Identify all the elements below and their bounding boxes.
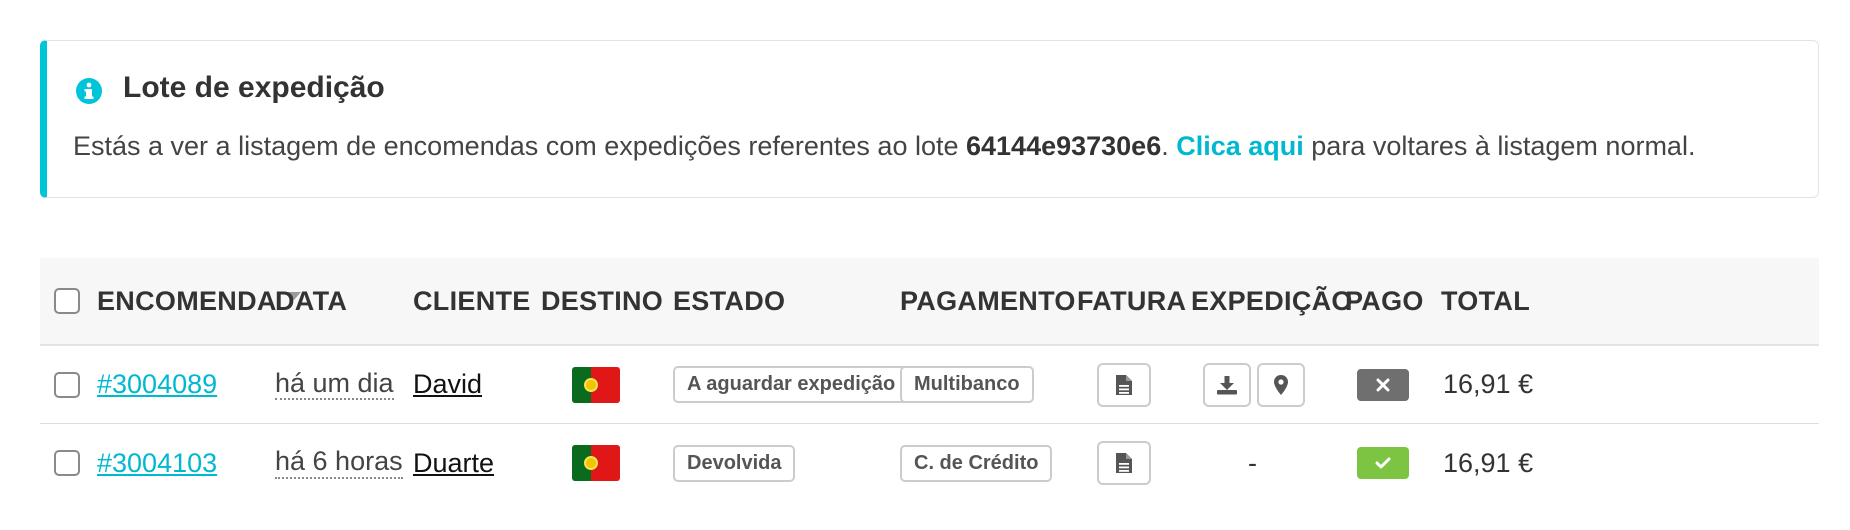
header-destination[interactable]: DESTINO xyxy=(541,258,663,344)
notice-title: Lote de expedição xyxy=(123,71,385,104)
header-total[interactable]: TOTAL xyxy=(1441,258,1530,344)
destination-cell xyxy=(572,424,620,502)
close-icon xyxy=(1376,378,1390,391)
header-date[interactable]: DATA xyxy=(275,258,347,344)
order-link[interactable]: #3004089 xyxy=(97,369,217,400)
client-link[interactable]: David xyxy=(413,369,482,400)
date-cell: há 6 horas xyxy=(275,424,403,502)
order-date: há um dia xyxy=(275,368,394,401)
shipping-cell: - xyxy=(1248,447,1257,478)
table-row[interactable]: #3004103 há 6 horas Duarte Devolvida C. … xyxy=(40,424,1819,502)
select-all-checkbox[interactable] xyxy=(54,288,80,314)
header-invoice[interactable]: FATURA xyxy=(1077,258,1186,344)
tracking-button[interactable] xyxy=(1257,362,1305,407)
header-shipping[interactable]: EXPEDIÇÃO xyxy=(1191,258,1353,344)
info-icon xyxy=(76,78,102,104)
payment-method-badge: C. de Crédito xyxy=(900,444,1053,482)
row-checkbox[interactable] xyxy=(54,450,80,476)
status-badge: A aguardar expedição xyxy=(673,366,910,403)
table-row[interactable]: #3004089 há um dia David A aguardar expe… xyxy=(40,346,1819,424)
row-select-cell xyxy=(54,346,80,423)
notice-text-after: para voltares à listagem normal. xyxy=(1303,131,1696,161)
invoice-cell xyxy=(1097,346,1151,423)
header-order-label: ENCOMENDA xyxy=(97,285,277,316)
download-icon xyxy=(1217,375,1237,394)
header-payment[interactable]: PAGAMENTO xyxy=(900,258,1076,344)
client-cell: Duarte xyxy=(413,424,494,502)
header-status[interactable]: ESTADO xyxy=(673,258,785,344)
total-cell: 16,91 € xyxy=(1443,369,1534,399)
paid-badge xyxy=(1357,447,1409,479)
select-all-cell xyxy=(54,258,80,344)
map-pin-icon xyxy=(1274,374,1288,395)
document-icon xyxy=(1116,374,1132,395)
invoice-button[interactable] xyxy=(1097,441,1151,485)
order-number-cell: #3004103 xyxy=(97,424,217,502)
status-badge: Devolvida xyxy=(673,444,796,482)
invoice-button[interactable] xyxy=(1097,362,1151,407)
download-label-button[interactable] xyxy=(1203,362,1251,407)
notice-text-mid: . xyxy=(1161,131,1177,161)
back-to-list-link[interactable]: Clica aqui xyxy=(1176,131,1304,161)
batch-id: 64144e93730e6 xyxy=(966,131,1162,161)
total-cell: 16,91 € xyxy=(1443,447,1534,478)
row-checkbox[interactable] xyxy=(54,371,80,398)
invoice-cell xyxy=(1097,424,1151,502)
notice-text-before: Estás a ver a listagem de encomendas com… xyxy=(73,131,966,161)
row-select-cell xyxy=(54,424,80,502)
notice-text: Estás a ver a listagem de encomendas com… xyxy=(73,131,1695,162)
status-cell: Devolvida xyxy=(673,424,796,502)
portugal-flag-icon xyxy=(572,366,620,403)
order-link[interactable]: #3004103 xyxy=(97,448,217,479)
paid-cell xyxy=(1357,346,1409,423)
portugal-flag-icon xyxy=(572,445,620,481)
header-order[interactable]: ENCOMENDA xyxy=(97,258,301,344)
header-client[interactable]: CLIENTE xyxy=(413,258,531,344)
checkmark-icon xyxy=(1375,457,1391,469)
unpaid-badge xyxy=(1357,368,1409,401)
destination-cell xyxy=(572,346,620,423)
payment-cell: Multibanco xyxy=(900,346,1034,423)
shipping-cell xyxy=(1203,346,1305,423)
order-date: há 6 horas xyxy=(275,446,403,479)
paid-cell xyxy=(1357,424,1409,502)
date-cell: há um dia xyxy=(275,346,394,423)
header-paid[interactable]: PAGO xyxy=(1345,258,1424,344)
batch-notice: Lote de expedição Estás a ver a listagem… xyxy=(40,40,1819,198)
client-link[interactable]: Duarte xyxy=(413,448,494,479)
status-cell: A aguardar expedição xyxy=(673,346,910,423)
orders-table: ENCOMENDA DATA CLIENTE DESTINO ESTADO PA… xyxy=(40,258,1819,502)
table-header: ENCOMENDA DATA CLIENTE DESTINO ESTADO PA… xyxy=(40,258,1819,346)
order-number-cell: #3004089 xyxy=(97,346,217,423)
payment-method-badge: Multibanco xyxy=(900,366,1034,403)
payment-cell: C. de Crédito xyxy=(900,424,1053,502)
client-cell: David xyxy=(413,346,482,423)
document-icon xyxy=(1116,453,1132,473)
